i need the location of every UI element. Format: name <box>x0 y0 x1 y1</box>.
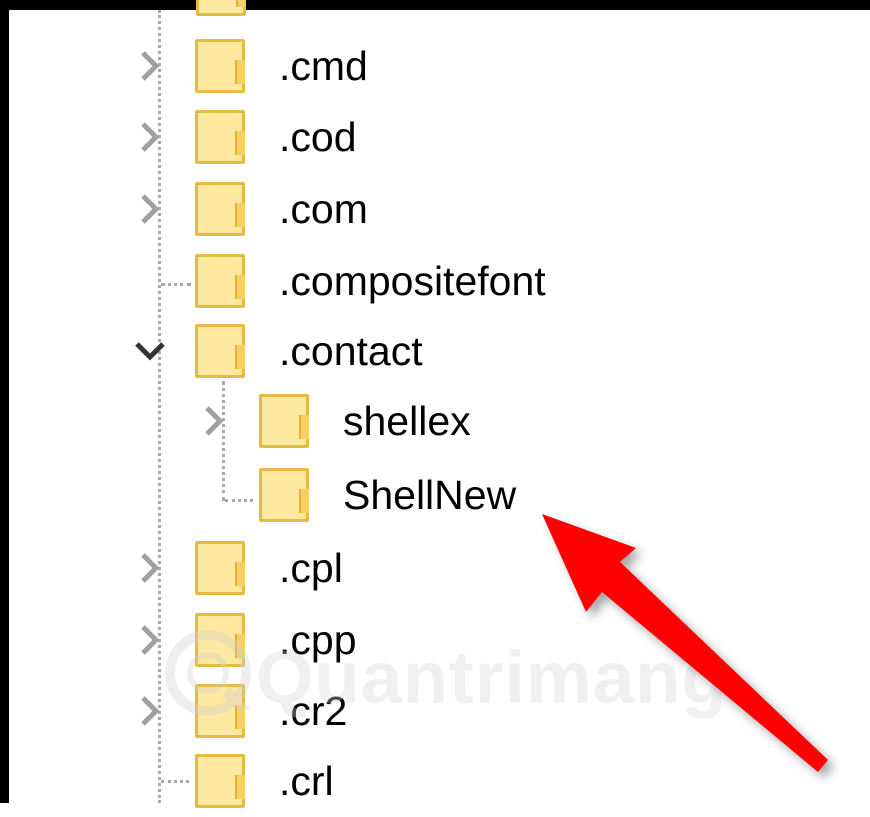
tree-item-compositefont[interactable]: .compositefont <box>129 245 749 317</box>
chevron-right-icon[interactable] <box>133 691 167 731</box>
registry-tree: .cmd .cod .com .compositefont .contact s… <box>9 0 870 808</box>
chevron-right-icon[interactable] <box>197 401 231 441</box>
chevron-right-icon[interactable] <box>133 548 167 588</box>
window-frame-left <box>0 0 9 803</box>
tree-item-label: .cr2 <box>279 688 348 734</box>
folder-icon <box>195 110 245 164</box>
tree-item-cpl[interactable]: .cpl <box>129 532 729 604</box>
tree-item-label: shellex <box>343 398 471 444</box>
folder-icon <box>195 182 245 236</box>
tree-item-label: .cpp <box>279 617 357 663</box>
folder-icon <box>259 394 309 448</box>
tree-item-crl[interactable]: .crl <box>129 745 729 817</box>
chevron-right-icon[interactable] <box>133 189 167 229</box>
tree-item-cr2[interactable]: .cr2 <box>129 675 729 747</box>
folder-icon <box>259 468 309 522</box>
tree-item-com[interactable]: .com <box>129 173 729 245</box>
folder-icon <box>196 0 246 16</box>
tree-item-label: ShellNew <box>343 472 517 518</box>
tree-item-label: .cpl <box>279 545 343 591</box>
tree-item-cmd[interactable]: .cmd <box>129 30 729 102</box>
folder-icon <box>195 324 245 378</box>
folder-icon <box>195 684 245 738</box>
tree-item-shellex[interactable]: shellex <box>193 385 693 457</box>
tree-item-shellnew[interactable]: ShellNew <box>193 459 693 531</box>
tree-item-cpp[interactable]: .cpp <box>129 604 729 676</box>
chevron-right-icon[interactable] <box>133 46 167 86</box>
tree-item-label: .cod <box>279 114 357 160</box>
window-frame-top <box>0 0 870 10</box>
tree-item-label: .compositefont <box>279 258 546 304</box>
tree-item-cod[interactable]: .cod <box>129 101 729 173</box>
tree-item-label: .cmd <box>279 43 368 89</box>
chevron-right-icon[interactable] <box>133 117 167 157</box>
chevron-down-icon[interactable] <box>133 331 167 371</box>
tree-item-label: .com <box>279 186 368 232</box>
folder-icon <box>195 541 245 595</box>
folder-icon <box>195 613 245 667</box>
chevron-right-icon[interactable] <box>133 620 167 660</box>
folder-icon <box>195 39 245 93</box>
tree-item-label: .crl <box>279 758 334 804</box>
folder-icon <box>195 754 245 808</box>
tree-item-contact[interactable]: .contact <box>129 315 729 387</box>
folder-icon <box>195 254 245 308</box>
tree-item-label: .contact <box>279 328 423 374</box>
